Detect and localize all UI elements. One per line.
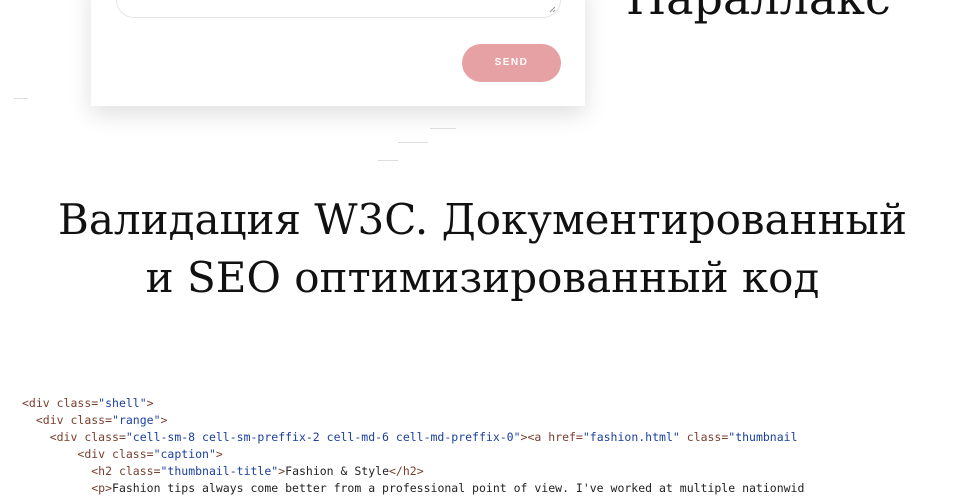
code-token: "cell-sm-8 cell-sm-preffix-2 cell-md-6 c… [125,430,521,444]
code-token: > [215,447,223,461]
code-token: "caption" [153,447,216,461]
send-button[interactable]: SEND [462,44,561,82]
code-line: <h2 class="thumbnail-title">Fashion & St… [22,463,965,480]
code-line: <p>Fashion tips always come better from … [22,480,965,497]
code-token: class= [112,447,154,461]
code-token: class= [84,430,126,444]
code-token: "thumbnail [728,430,798,444]
contact-form-card: SEND [91,0,585,106]
code-token: class= [70,413,113,427]
code-token: class= [56,396,99,410]
code-line: <div class="caption"> [22,446,965,463]
code-token: href= [548,430,583,444]
code-token: <div [35,413,71,427]
parallax-title: Параллакс [626,0,891,28]
code-token: <div [49,430,85,444]
code-token: class= [118,464,161,478]
section-heading-line-1: Валидация W3C. Документированный [58,195,907,244]
code-token: </h2> [389,464,424,478]
code-token: > [160,413,168,427]
code-token: Fashion & Style [285,464,389,478]
code-token: <div [22,396,57,410]
code-token: Fashion tips always come better from a p… [112,481,805,495]
code-line: <div class="range"> [22,412,965,429]
code-token: "thumbnail-title" [160,464,279,478]
code-token: <p> [91,481,113,495]
code-token: "shell" [98,396,147,410]
decorative-dash [430,128,456,129]
code-sample: <div class="shell"> <div class="range"> … [22,395,965,497]
message-textarea[interactable] [116,0,561,18]
code-line: <div class="shell"> [22,395,965,412]
code-token: class= [679,430,729,444]
code-token: <h2 [91,464,119,478]
code-token: <div [77,447,113,461]
resize-handle-icon[interactable] [549,6,556,13]
code-token: > [146,396,154,410]
decorative-dash [378,160,398,161]
code-line: <div class="cell-sm-8 cell-sm-preffix-2 … [22,429,965,446]
section-heading: Валидация W3C. Документированный и SEO о… [0,191,965,307]
code-token: "range" [112,413,161,427]
decorative-dash [14,98,28,99]
decorative-dash [398,142,428,143]
code-token: ><a [520,430,549,444]
code-token: "fashion.html" [582,430,680,444]
section-heading-line-2: и SEO оптимизированный код [145,253,820,302]
